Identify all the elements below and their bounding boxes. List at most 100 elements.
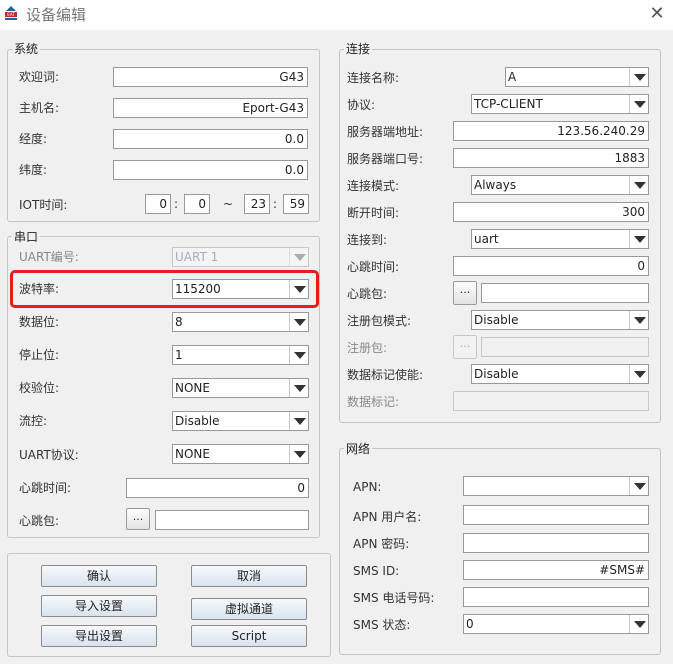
register-mode-select[interactable]: Disable [471,310,649,330]
apn-password-input[interactable] [463,533,649,553]
register-pkt-edit-button: ... [453,335,477,359]
apn-select[interactable] [463,476,649,496]
data-tag-enable-select[interactable]: Disable [471,364,649,384]
register-pkt-label: 注册包: [347,341,388,355]
welcome-input[interactable]: G43 [113,67,308,87]
welcome-label: 欢迎词: [19,70,60,84]
script-button[interactable]: Script [191,625,307,647]
chevron-down-icon[interactable] [629,176,648,194]
chevron-down-icon[interactable] [289,379,308,397]
flow-control-select[interactable]: Disable [172,411,309,431]
uart-protocol-select[interactable]: NONE [172,444,309,464]
serial-heartbeat-pkt-input[interactable] [155,510,309,530]
iot-end-minute-input[interactable]: 59 [283,194,309,214]
flow-control-value: Disable [175,414,220,428]
data-bits-label: 数据位: [19,315,60,329]
connection-name-select[interactable]: A [505,67,649,87]
chevron-down-icon[interactable] [289,346,308,364]
conn-heartbeat-time-label: 心跳时间: [347,260,400,274]
serial-heartbeat-edit-button[interactable]: ... [126,508,150,530]
data-tag-input [453,391,649,411]
data-bits-value: 8 [175,315,183,329]
logo-text: EAT [7,12,15,17]
register-pkt-input [481,337,649,357]
chevron-down-icon[interactable] [629,311,648,329]
data-tag-enable-value: Disable [474,367,519,381]
chevron-down-icon[interactable] [629,230,648,248]
chevron-down-icon[interactable] [289,412,308,430]
data-bits-select[interactable]: 8 [172,312,309,332]
parity-select[interactable]: NONE [172,378,309,398]
uart-protocol-value: NONE [175,447,210,461]
system-group-title: 系统 [12,42,41,56]
chevron-down-icon[interactable] [289,313,308,331]
export-settings-button[interactable]: 导出设置 [41,625,157,647]
apn-username-label: APN 用户名: [353,510,422,524]
iot-end-hour-input[interactable]: 23 [244,194,270,214]
sms-status-select[interactable]: 0 [463,614,649,634]
chevron-down-icon[interactable] [629,615,648,633]
disconnect-time-label: 断开时间: [347,206,400,220]
server-address-input[interactable]: 123.56.240.29 [453,121,649,141]
conn-heartbeat-time-input[interactable]: 0 [453,256,649,276]
chevron-down-icon[interactable] [289,280,308,298]
chevron-down-icon[interactable] [629,95,648,113]
baud-rate-value: 115200 [175,282,221,296]
uart-no-select: UART 1 [172,247,309,267]
sms-phone-input[interactable] [463,587,649,607]
chevron-down-icon[interactable] [289,445,308,463]
conn-heartbeat-pkt-label: 心跳包: [347,287,388,301]
longitude-input[interactable]: 0.0 [113,129,308,149]
serial-heartbeat-time-label: 心跳时间: [19,481,72,495]
register-mode-value: Disable [474,313,519,327]
sms-id-input[interactable]: #SMS# [463,560,649,580]
sms-phone-label: SMS 电话号码: [353,591,435,605]
close-icon[interactable]: ✕ [648,4,666,24]
parity-label: 校验位: [19,381,60,395]
connect-to-label: 连接到: [347,233,388,247]
stop-bits-label: 停止位: [19,348,60,362]
stop-bits-select[interactable]: 1 [172,345,309,365]
data-tag-label: 数据标记: [347,395,400,409]
connect-to-select[interactable]: uart [471,229,649,249]
virtual-channel-button[interactable]: 虚拟通道 [191,598,307,620]
server-port-input[interactable]: 1883 [453,148,649,168]
protocol-label: 协议: [347,98,376,112]
protocol-select[interactable]: TCP-CLIENT [471,94,649,114]
chevron-down-icon[interactable] [629,365,648,383]
disconnect-time-input[interactable]: 300 [453,202,649,222]
chevron-down-icon[interactable] [629,477,648,495]
import-settings-button[interactable]: 导入设置 [41,595,157,617]
stop-bits-value: 1 [175,348,183,362]
hostname-label: 主机名: [19,101,60,115]
connection-group-title: 连接 [344,42,373,56]
data-tag-enable-label: 数据标记使能: [347,368,424,382]
uart-no-label: UART编号: [19,250,79,264]
apn-username-input[interactable] [463,505,649,525]
conn-heartbeat-pkt-input[interactable] [481,283,649,303]
protocol-value: TCP-CLIENT [474,97,543,111]
serial-heartbeat-pkt-label: 心跳包: [19,514,60,528]
apn-password-label: APN 密码: [353,537,410,551]
latitude-input[interactable]: 0.0 [113,160,308,180]
connection-mode-label: 连接模式: [347,179,400,193]
uart-protocol-label: UART协议: [19,448,79,462]
flow-control-label: 流控: [19,414,48,428]
confirm-button[interactable]: 确认 [41,565,157,587]
serial-heartbeat-time-input[interactable]: 0 [126,478,309,498]
chevron-down-icon[interactable] [629,68,648,86]
conn-heartbeat-edit-button[interactable]: ... [453,281,477,305]
time-colon: : [174,197,179,211]
apn-label: APN: [353,480,382,494]
sms-status-value: 0 [466,617,474,631]
time-tilde: ~ [223,197,234,211]
cancel-button[interactable]: 取消 [191,565,307,587]
baud-rate-select[interactable]: 115200 [172,279,309,299]
iot-start-minute-input[interactable]: 0 [184,194,210,214]
hostname-input[interactable]: Eport-G43 [113,98,308,118]
window-title: 设备编辑 [26,6,87,24]
server-port-label: 服务器端口号: [347,152,424,166]
connection-mode-value: Always [474,178,517,192]
iot-start-hour-input[interactable]: 0 [145,194,171,214]
connection-mode-select[interactable]: Always [471,175,649,195]
